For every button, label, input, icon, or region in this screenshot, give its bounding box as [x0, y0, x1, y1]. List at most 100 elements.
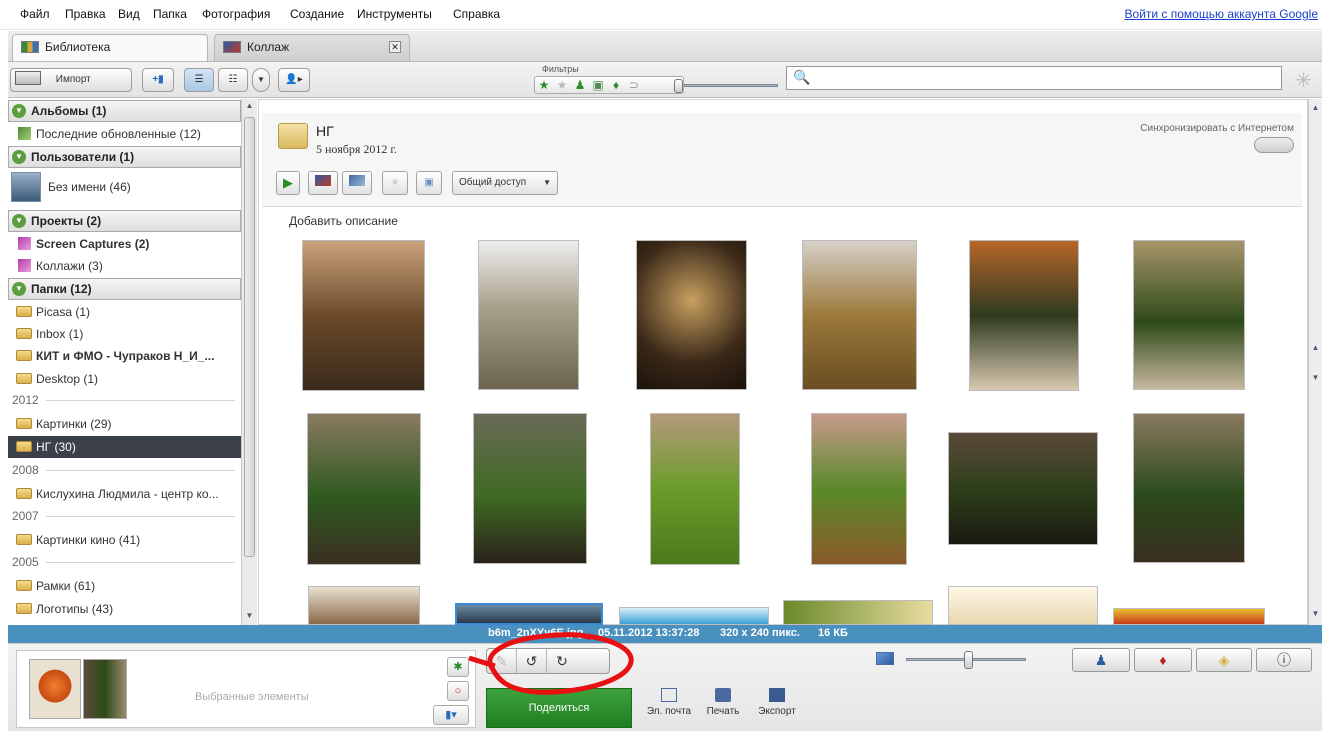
photo-thumbnail-selected[interactable]: [455, 603, 603, 625]
sidebar-item-collages[interactable]: Коллажи (3): [8, 255, 241, 277]
sync-toggle[interactable]: [1254, 137, 1294, 153]
photo-thumbnail[interactable]: [1113, 608, 1265, 625]
places-panel-button[interactable]: ♦: [1134, 648, 1192, 672]
photo-thumbnail[interactable]: [783, 600, 933, 625]
sidebar-item-recent[interactable]: Последние обновленные (12): [8, 123, 241, 145]
video-filter-icon[interactable]: ▣: [589, 77, 607, 93]
photo-thumbnail[interactable]: [1133, 240, 1245, 390]
people-panel-button[interactable]: ♟: [1072, 648, 1130, 672]
section-albums-title: Альбомы (1): [31, 104, 107, 118]
import-button[interactable]: Импорт: [10, 68, 132, 92]
sidebar-item-label: Последние обновленные (12): [36, 127, 201, 141]
sidebar-item-kartinki[interactable]: Картинки (29): [8, 413, 241, 435]
print-button[interactable]: Печать: [698, 688, 748, 717]
export-button[interactable]: Экспорт: [752, 688, 802, 717]
tray-thumbnail[interactable]: [83, 659, 127, 719]
menu-photo[interactable]: Фотография: [202, 7, 270, 21]
sidebar-item-screen-captures[interactable]: Screen Captures (2): [8, 233, 241, 255]
collage-button[interactable]: [308, 171, 338, 195]
chevron-down-icon: ▼: [257, 75, 265, 84]
section-people-title: Пользователи (1): [31, 150, 135, 164]
filter-slider-knob[interactable]: [674, 79, 683, 93]
search-input[interactable]: 🔍: [786, 66, 1282, 90]
red-annotation-oval: [468, 632, 634, 695]
scroll-up-icon[interactable]: ▲: [1310, 343, 1321, 355]
list-view-icon: ☰: [194, 74, 204, 85]
google-login-link[interactable]: Войти с помощью аккаунта Google: [1125, 7, 1318, 21]
folder-icon: [16, 580, 32, 591]
photo-thumbnail[interactable]: [811, 413, 907, 565]
sidebar-item-desktop[interactable]: Desktop (1): [8, 368, 241, 390]
sidebar-item-ramki[interactable]: Рамки (61): [8, 575, 241, 597]
tab-library[interactable]: Библиотека: [12, 34, 208, 61]
photo-thumbnail[interactable]: [650, 413, 740, 565]
add-to-album-button[interactable]: ▮▾: [433, 705, 469, 725]
photo-thumbnail[interactable]: [969, 240, 1079, 391]
photo-thumbnail[interactable]: [473, 413, 587, 564]
photo-thumbnail[interactable]: [619, 607, 769, 625]
save-button[interactable]: ▣: [416, 171, 442, 195]
list-view-button[interactable]: ☰: [184, 68, 214, 92]
photo-thumbnail[interactable]: [308, 586, 420, 625]
scroll-up-icon[interactable]: ▲: [1310, 103, 1321, 115]
photo-thumbnail[interactable]: [307, 413, 421, 565]
menu-file[interactable]: Файл: [20, 7, 50, 21]
add-to-album-button[interactable]: +▮: [142, 68, 174, 92]
section-albums[interactable]: ▼ Альбомы (1): [8, 100, 241, 122]
sidebar-item-inbox[interactable]: Inbox (1): [8, 323, 241, 345]
photo-thumbnail[interactable]: [948, 586, 1098, 625]
detail-view-button[interactable]: ☷: [218, 68, 248, 92]
scroll-down-icon[interactable]: ▼: [244, 611, 255, 623]
menu-tools[interactable]: Инструменты: [357, 7, 432, 21]
menu-folder[interactable]: Папка: [153, 7, 187, 21]
tab-collage[interactable]: Коллаж ✕: [214, 34, 410, 61]
sidebar-scroll-thumb[interactable]: [244, 117, 255, 557]
menu-view[interactable]: Вид: [118, 7, 140, 21]
sidebar-item-picasa[interactable]: Picasa (1): [8, 301, 241, 323]
sidebar-item-unnamed-person[interactable]: Без имени (46): [8, 170, 241, 206]
sidebar-item-kit[interactable]: КИТ и ФМО - Чупраков Н_И_...: [8, 345, 241, 367]
photo-thumbnail[interactable]: [802, 240, 917, 390]
people-button[interactable]: 👤▸: [278, 68, 310, 92]
menu-edit[interactable]: Правка: [65, 7, 106, 21]
scroll-down-icon[interactable]: ▼: [1310, 609, 1321, 621]
tag-icon: ◈: [1218, 652, 1230, 668]
photo-thumbnail[interactable]: [302, 240, 425, 391]
upload-filter-icon[interactable]: ★: [553, 77, 571, 93]
sidebar-item-kino[interactable]: Картинки кино (41): [8, 529, 241, 551]
tray-thumbnail[interactable]: [29, 659, 81, 719]
section-projects[interactable]: ▼ Проекты (2): [8, 210, 241, 232]
photo-thumbnail[interactable]: [1133, 413, 1245, 563]
person-filter-icon[interactable]: ♟: [571, 77, 589, 93]
sidebar-item-kisluhina[interactable]: Кислухина Людмила - центр ко...: [8, 483, 241, 505]
grid-scrollbar[interactable]: ▲ ▲ ▼ ▼: [1308, 99, 1322, 625]
slideshow-button[interactable]: ▶: [276, 171, 300, 195]
sidebar-scrollbar[interactable]: ▲ ▼: [241, 99, 257, 625]
person-avatar: [11, 172, 41, 202]
star-filter-icon[interactable]: ★: [535, 77, 553, 93]
menu-create[interactable]: Создание: [290, 7, 344, 21]
movie-button[interactable]: [342, 171, 372, 195]
section-people[interactable]: ▼ Пользователи (1): [8, 146, 241, 168]
add-description-link[interactable]: Добавить описание: [289, 214, 398, 228]
star-button[interactable]: ★: [382, 171, 408, 195]
sidebar-item-logotipy[interactable]: Логотипы (43): [8, 598, 241, 620]
geotag-filter-icon[interactable]: ♦: [607, 77, 625, 93]
sidebar-item-ng[interactable]: НГ (30): [8, 436, 241, 458]
folder-icon: [16, 418, 32, 429]
share-access-button[interactable]: Общий доступ ▼: [452, 171, 558, 195]
photo-thumbnail[interactable]: [478, 240, 579, 390]
filters-label: Фильтры: [542, 64, 579, 74]
zoom-slider-knob[interactable]: [964, 651, 973, 669]
menu-help[interactable]: Справка: [453, 7, 500, 21]
photo-thumbnail[interactable]: [948, 432, 1098, 545]
view-dropdown-button[interactable]: ▼: [252, 68, 270, 92]
section-folders[interactable]: ▼ Папки (12): [8, 278, 241, 300]
scroll-up-icon[interactable]: ▲: [244, 101, 255, 113]
scroll-down-icon[interactable]: ▼: [1310, 373, 1321, 385]
close-tab-icon[interactable]: ✕: [389, 41, 401, 53]
tags-panel-button[interactable]: ◈: [1196, 648, 1252, 672]
photo-thumbnail[interactable]: [636, 240, 747, 390]
info-panel-button[interactable]: ⓘ: [1256, 648, 1312, 672]
filter-slider-track[interactable]: [684, 84, 778, 87]
